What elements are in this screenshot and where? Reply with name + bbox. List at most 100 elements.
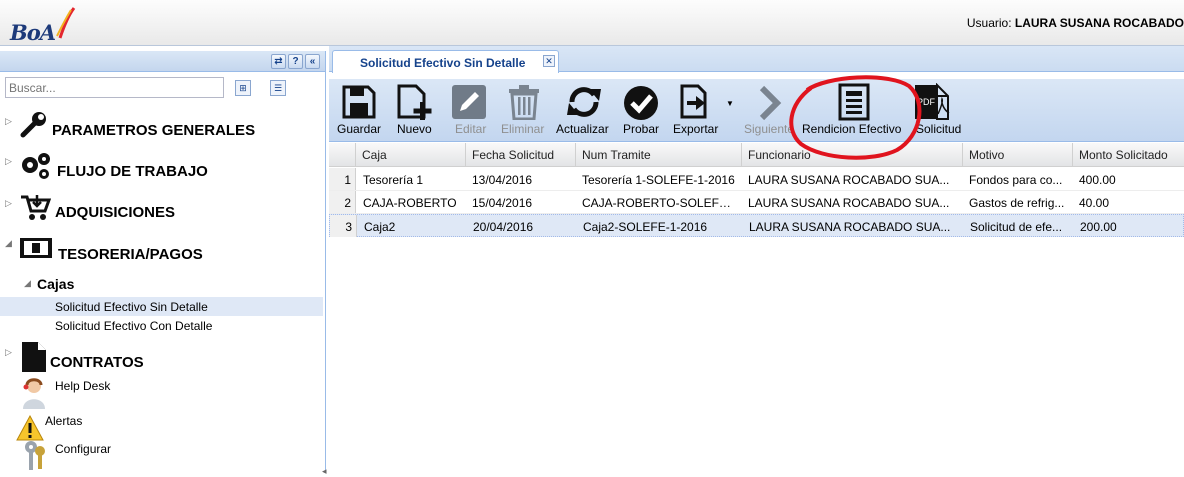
close-tab-icon[interactable]: ✕	[543, 55, 555, 67]
menu-item-label: TESORERIA/PAGOS	[58, 246, 203, 263]
menu-item-label: ADQUISICIONES	[55, 204, 176, 221]
refresh-button[interactable]: Actualizar	[555, 79, 611, 142]
solicitud-pdf-button[interactable]: PDF Solicitud	[911, 79, 963, 142]
menu-item-solicitud-con-detalle[interactable]: Solicitud Efectivo Con Detalle	[0, 316, 325, 335]
collapse-icon[interactable]: «	[305, 54, 320, 69]
menu-item-help-desk[interactable]: Help Desk	[0, 375, 325, 409]
table-row[interactable]: 1 Tesorería 1 13/04/2016 Tesorería 1-SOL…	[329, 168, 1184, 191]
column-header-num-tramite[interactable]: Num Tramite	[576, 143, 742, 167]
edit-button[interactable]: Editar	[447, 79, 489, 142]
list-view-icon[interactable]: ☰	[270, 80, 286, 96]
button-label: Siguiente	[744, 122, 795, 136]
main-panel: Solicitud Efectivo Sin Detalle ✕ Guardar…	[329, 46, 1184, 472]
chevron-right-icon	[759, 85, 782, 121]
row-number: 3	[330, 215, 357, 237]
trash-icon	[509, 85, 539, 120]
menu-item-contratos[interactable]: ▷ CONTRATOS	[0, 339, 325, 373]
user-label: Usuario:	[966, 16, 1012, 30]
button-label: Editar	[455, 122, 487, 136]
cart-icon	[21, 195, 51, 220]
menu-item-tesoreria-pagos[interactable]: ◢ TESORERIA/PAGOS	[0, 233, 325, 267]
button-label: Solicitud	[916, 122, 962, 136]
menu-item-alertas[interactable]: Alertas	[0, 411, 325, 441]
search-input[interactable]	[5, 77, 224, 98]
cell-caja: Caja2	[364, 220, 396, 234]
menu-item-adquisiciones[interactable]: ▷ ADQUISICIONES	[0, 193, 325, 225]
sync-icon[interactable]: ⇄	[271, 54, 286, 69]
collapse-arrow-icon[interactable]: ◢	[5, 238, 12, 249]
cell-monto: 200.00	[1080, 220, 1117, 234]
document-icon	[22, 342, 46, 372]
test-button[interactable]: Probar	[620, 79, 662, 142]
row-number: 1	[329, 168, 356, 190]
menu-item-label: PARAMETROS GENERALES	[52, 122, 256, 139]
tab-solicitud-efectivo-sin-detalle[interactable]: Solicitud Efectivo Sin Detalle ✕	[332, 50, 559, 73]
cell-fecha: 15/04/2016	[472, 196, 533, 210]
export-button[interactable]: ▼ Exportar	[671, 79, 739, 142]
button-label: Exportar	[673, 122, 719, 136]
cell-motivo: Solicitud de efe...	[970, 220, 1063, 234]
menu-item-label: Solicitud Efectivo Sin Detalle	[55, 300, 208, 314]
help-desk-icon	[23, 378, 45, 409]
column-header-caja[interactable]: Caja	[356, 143, 466, 167]
pdf-icon: PDF	[915, 83, 950, 120]
table-row[interactable]: 2 CAJA-ROBERTO 15/04/2016 CAJA-ROBERTO-S…	[329, 191, 1184, 214]
tab-strip: Solicitud Efectivo Sin Detalle ✕	[329, 46, 1184, 73]
save-button[interactable]: Guardar	[334, 79, 384, 142]
cell-num-tramite: CAJA-ROBERTO-SOLEFE...	[582, 196, 737, 210]
grid-header: Caja Fecha Solicitud Num Tramite Funcion…	[329, 143, 1184, 167]
menu-item-label: Alertas	[45, 414, 83, 428]
rendicion-efectivo-button[interactable]: Rendicion Efectivo	[801, 79, 907, 142]
expand-arrow-icon[interactable]: ▷	[5, 156, 12, 167]
cell-motivo: Gastos de refrig...	[969, 196, 1065, 210]
collapse-arrow-icon[interactable]: ◢	[24, 278, 31, 289]
button-label: Actualizar	[556, 122, 609, 136]
menu-item-parametros-generales[interactable]: ▷ PARAMETROS GENERALES	[0, 111, 325, 143]
menu-item-label: CONTRATOS	[50, 354, 144, 371]
cell-funcionario: LAURA SUSANA ROCABADO SUA...	[748, 173, 950, 187]
menu-item-configurar[interactable]: Configurar	[0, 437, 325, 471]
column-header-monto[interactable]: Monto Solicitado	[1073, 143, 1184, 167]
filter-tree-icon[interactable]: ⊞	[235, 80, 251, 96]
cell-funcionario: LAURA SUSANA ROCABADO SUA...	[748, 196, 950, 210]
menu-item-label: Configurar	[55, 442, 112, 456]
top-header: BoA Usuario: LAURA SUSANA ROCABADO	[0, 0, 1184, 46]
next-button[interactable]: Siguiente	[742, 79, 798, 142]
boa-logo: BoA	[8, 6, 78, 45]
expand-arrow-icon[interactable]: ▷	[5, 198, 12, 209]
gears-icon	[22, 153, 50, 179]
cell-funcionario: LAURA SUSANA ROCABADO SUA...	[749, 220, 951, 234]
new-button[interactable]: Nuevo	[393, 79, 437, 142]
save-icon	[342, 85, 376, 119]
expand-arrow-icon[interactable]: ▷	[5, 347, 12, 358]
cell-monto: 40.00	[1079, 196, 1110, 210]
navigation-panel-header: ⇄ ? «	[0, 51, 325, 72]
cell-monto: 400.00	[1079, 173, 1116, 187]
tab-label: Solicitud Efectivo Sin Detalle	[360, 56, 526, 70]
help-icon[interactable]: ?	[288, 54, 303, 69]
button-label: Nuevo	[397, 122, 432, 136]
menu-item-flujo-de-trabajo[interactable]: ▷ FLUJO DE TRABAJO	[0, 151, 325, 183]
navigation-panel: ⇄ ? « ⊞ ☰ ▷ PARAMETROS GENERALES ▷	[0, 51, 327, 476]
export-icon	[680, 84, 707, 119]
table-row-selected[interactable]: 3 Caja2 20/04/2016 Caja2-SOLEFE-1-2016 L…	[329, 214, 1184, 237]
menu-item-solicitud-sin-detalle[interactable]: Solicitud Efectivo Sin Detalle	[0, 297, 325, 316]
search-row: ⊞ ☰	[0, 72, 325, 102]
dropdown-arrow-icon[interactable]: ▼	[726, 99, 734, 108]
menu-item-label: Solicitud Efectivo Con Detalle	[55, 319, 213, 333]
column-header-fecha[interactable]: Fecha Solicitud	[466, 143, 576, 167]
user-name: LAURA SUSANA ROCABADO	[1014, 16, 1184, 30]
expand-arrow-icon[interactable]: ▷	[5, 116, 12, 127]
keys-icon	[25, 441, 45, 470]
button-label: Probar	[623, 122, 660, 136]
delete-button[interactable]: Eliminar	[499, 79, 549, 142]
menu-item-cajas[interactable]: ◢ Cajas	[0, 274, 325, 294]
svg-text:PDF: PDF	[917, 97, 936, 107]
cell-caja: Tesorería 1	[363, 173, 424, 187]
button-label: Rendicion Efectivo	[802, 122, 902, 136]
cell-fecha: 20/04/2016	[473, 220, 534, 234]
column-header-motivo[interactable]: Motivo	[963, 143, 1073, 167]
menu-item-label: FLUJO DE TRABAJO	[57, 163, 208, 180]
column-header-funcionario[interactable]: Funcionario	[742, 143, 963, 167]
form-icon	[838, 83, 870, 121]
